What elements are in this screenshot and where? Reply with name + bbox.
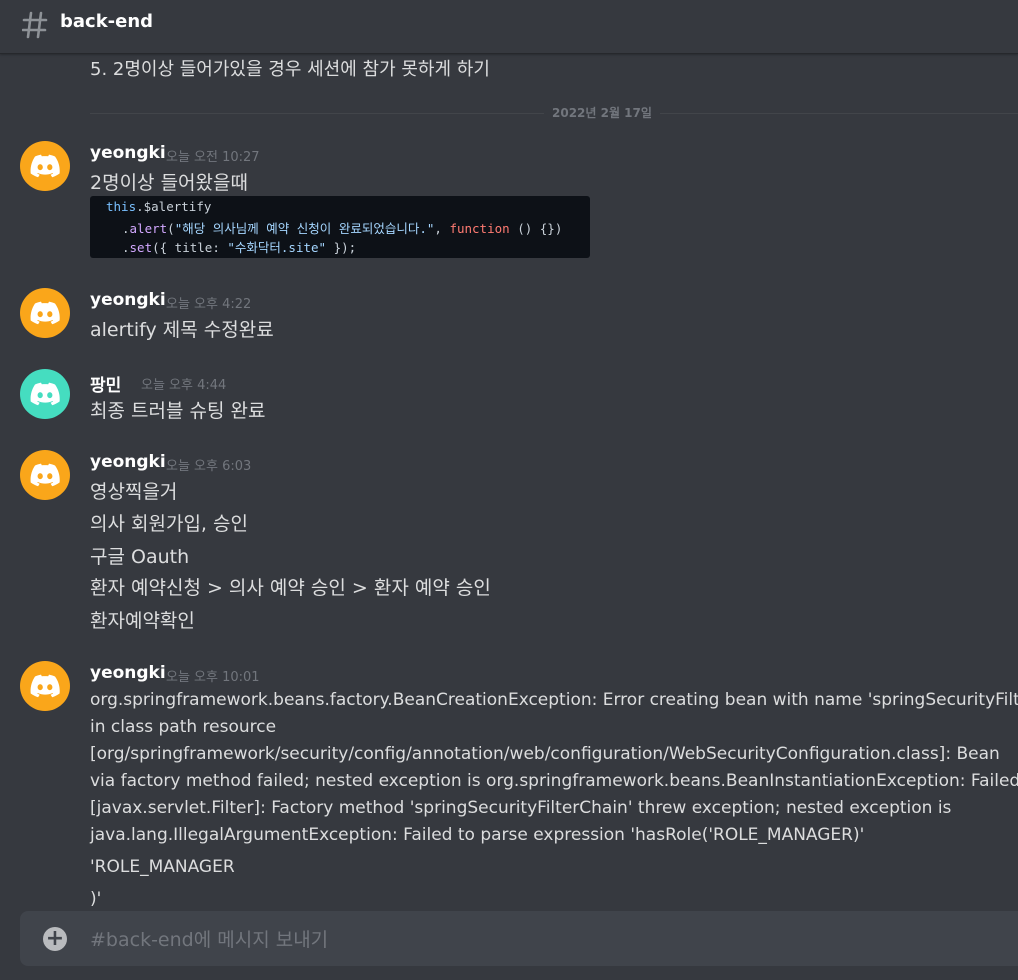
author-name[interactable]: yeongki: [90, 452, 166, 472]
avatar[interactable]: [20, 661, 70, 711]
message-line: 영상찍을거: [90, 481, 178, 503]
message-line: )': [90, 889, 102, 909]
avatar[interactable]: [20, 369, 70, 419]
channel-name[interactable]: back-end: [60, 11, 153, 32]
hash-icon: [22, 11, 48, 39]
avatar[interactable]: [20, 288, 70, 338]
discord-logo-icon: [30, 154, 60, 178]
message-timestamp: 오늘 오후 4:44: [141, 378, 227, 393]
message-composer[interactable]: + #back-end에 메시지 보내기: [20, 911, 1018, 966]
message-line: in class path resource: [90, 717, 277, 737]
message-line: 환자 예약신청 > 의사 예약 승인 > 환자 예약 승인: [90, 577, 491, 599]
date-divider-label: 2022년 2월 17일: [544, 104, 660, 121]
discord-logo-icon: [30, 674, 60, 698]
message-line: org.springframework.beans.factory.BeanCr…: [90, 690, 1018, 710]
message-list[interactable]: 5. 2명이상 들어가있을 경우 세션에 참가 못하게 하기 2022년 2월 …: [0, 54, 1018, 910]
message-line: 환자예약확인: [90, 610, 195, 632]
message-line: 5. 2명이상 들어가있을 경우 세션에 참가 못하게 하기: [90, 59, 490, 80]
message-line: [org/springframework/security/config/ann…: [90, 744, 1000, 764]
message-timestamp: 오늘 오후 6:03: [166, 459, 252, 474]
message-line: 구글 Oauth: [90, 546, 190, 568]
author-name[interactable]: yeongki: [90, 663, 166, 683]
message-line: 2명이상 들어왔을때: [90, 172, 248, 194]
discord-logo-icon: [30, 382, 60, 406]
plus-circle-icon[interactable]: +: [43, 927, 67, 951]
message-line: java.lang.IllegalArgumentException: Fail…: [90, 825, 865, 845]
author-name[interactable]: 팡민: [90, 371, 121, 396]
message-line: alertify 제목 수정완료: [90, 319, 274, 341]
avatar[interactable]: [20, 450, 70, 500]
avatar[interactable]: [20, 141, 70, 191]
code-line: .alert("해당 의사님께 예약 신청이 완료되었습니다.", functi…: [122, 221, 563, 236]
message-line: 'ROLE_MANAGER: [90, 857, 235, 877]
message-timestamp: 오늘 오후 4:22: [166, 297, 252, 312]
channel-header: back-end: [0, 0, 1018, 54]
discord-logo-icon: [30, 463, 60, 487]
author-name[interactable]: yeongki: [90, 290, 166, 310]
message-timestamp: 오늘 오후 10:01: [166, 670, 260, 685]
message-line: via factory method failed; nested except…: [90, 771, 1018, 791]
discord-logo-icon: [30, 301, 60, 325]
code-screenshot-attachment[interactable]: this.$alertify .alert("해당 의사님께 예약 신청이 완료…: [90, 196, 590, 258]
message-line: 최종 트러블 슈팅 완료: [90, 400, 266, 422]
message-line: [javax.servlet.Filter]: Factory method '…: [90, 798, 952, 818]
message-input[interactable]: #back-end에 메시지 보내기: [90, 925, 328, 952]
code-line: .set({ title: "수화닥터.site" });: [122, 240, 357, 255]
author-name[interactable]: yeongki: [90, 143, 166, 163]
message-timestamp: 오늘 오전 10:27: [166, 150, 260, 165]
message-line: 의사 회원가입, 승인: [90, 513, 248, 535]
code-line: this.$alertify: [106, 199, 212, 214]
